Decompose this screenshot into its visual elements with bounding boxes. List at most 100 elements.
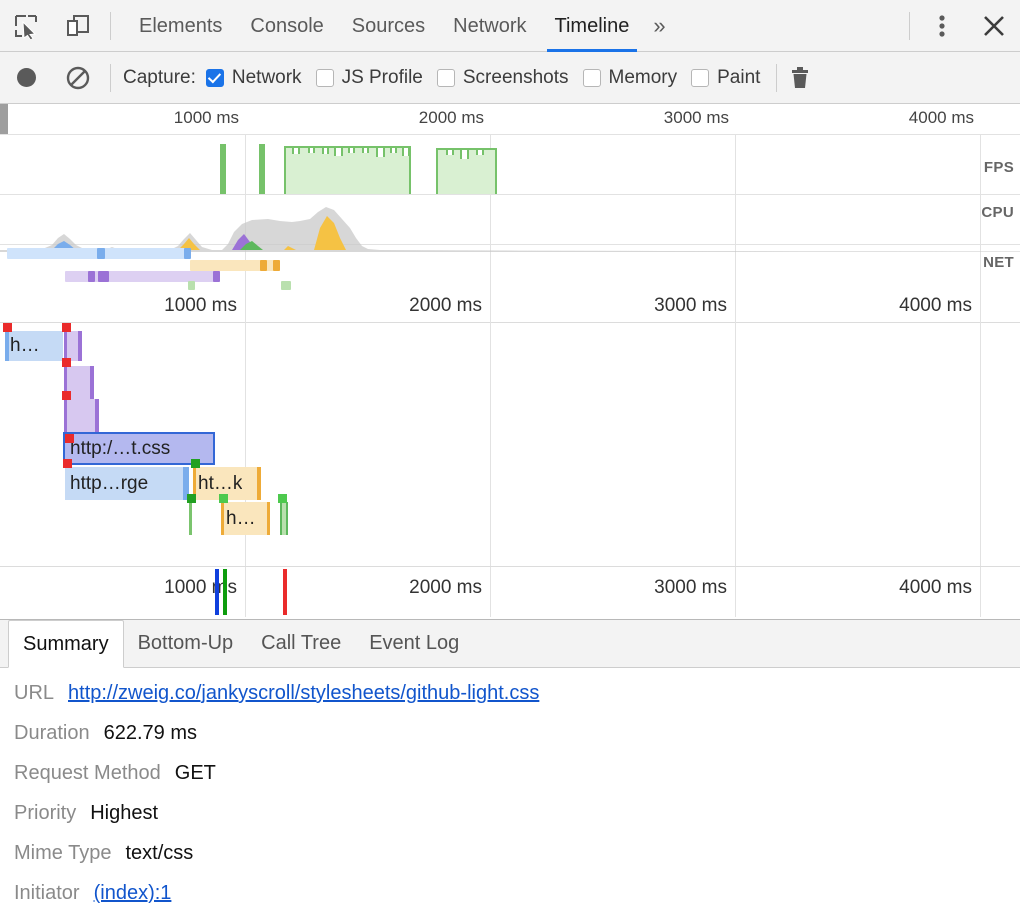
details-tabs: Summary Bottom-Up Call Tree Event Log <box>0 620 1020 668</box>
waterfall-tick-3000: 3000 ms <box>654 295 735 317</box>
close-icon[interactable] <box>968 0 1020 52</box>
capture-option-network[interactable]: Network <box>206 67 302 89</box>
capture-option-paint[interactable]: Paint <box>691 67 760 89</box>
summary-value-mime-type: text/css <box>125 842 193 865</box>
summary-key: Initiator <box>14 882 80 905</box>
net-overview-bar <box>213 271 220 282</box>
tab-bottom-up[interactable]: Bottom-Up <box>124 620 248 667</box>
summary-value-initiator[interactable]: (index):1 <box>94 882 172 905</box>
details-pane: Summary Bottom-Up Call Tree Event Log UR… <box>0 620 1020 916</box>
table-row[interactable] <box>64 331 82 361</box>
tab-console[interactable]: Console <box>236 0 337 52</box>
summary-row-url: URL http://zweig.co/jankyscroll/styleshe… <box>14 682 1020 722</box>
summary-value-url[interactable]: http://zweig.co/jankyscroll/stylesheets/… <box>68 682 539 705</box>
checkbox-js-profile[interactable] <box>316 69 334 87</box>
fps-block <box>436 148 497 194</box>
summary-row-priority: Priority Highest <box>14 802 1020 842</box>
table-row[interactable] <box>280 502 288 535</box>
table-row[interactable]: h… <box>5 331 63 361</box>
device-toolbar-icon[interactable] <box>52 0 104 52</box>
capture-divider <box>110 64 111 92</box>
request-label: http:/…t.css <box>65 438 170 460</box>
tab-elements[interactable]: Elements <box>125 0 236 52</box>
summary-row-duration: Duration 622.79 ms <box>14 722 1020 762</box>
capture-option-screenshots[interactable]: Screenshots <box>437 67 569 89</box>
table-row[interactable] <box>189 502 192 535</box>
request-marker <box>62 323 71 332</box>
checkbox-network[interactable] <box>206 69 224 87</box>
capture-option-js-profile[interactable]: JS Profile <box>316 67 423 89</box>
summary-value-request-method: GET <box>175 762 216 785</box>
overview-ruler[interactable]: 1000 ms 2000 ms 3000 ms 4000 ms <box>0 104 1020 135</box>
capture-option-memory[interactable]: Memory <box>583 67 678 89</box>
request-marker <box>63 459 72 468</box>
overview-window-handle[interactable] <box>0 104 8 134</box>
tab-event-log[interactable]: Event Log <box>355 620 473 667</box>
summary-rows: URL http://zweig.co/jankyscroll/styleshe… <box>0 668 1020 922</box>
checkbox-screenshots[interactable] <box>437 69 455 87</box>
request-marker <box>62 391 71 400</box>
fps-bar <box>220 144 226 194</box>
capture-option-paint-label: Paint <box>717 67 760 89</box>
summary-key: URL <box>14 682 54 705</box>
devtools-window: Elements Console Sources Network Timelin… <box>0 0 1020 916</box>
summary-key: Request Method <box>14 762 161 785</box>
waterfall-tick-4000: 4000 ms <box>899 295 980 317</box>
net-overview-bar <box>281 281 291 290</box>
table-row[interactable] <box>64 399 99 432</box>
overview-lane-label-fps: FPS <box>984 159 1014 176</box>
request-marker <box>187 494 196 503</box>
panel-tabs: Elements Console Sources Network Timelin… <box>125 0 676 52</box>
waterfall-rows: h… http:/…t.css <box>0 322 1020 562</box>
tab-call-tree[interactable]: Call Tree <box>247 620 355 667</box>
summary-row-mime-type: Mime Type text/css <box>14 842 1020 882</box>
first-paint-marker <box>223 569 227 615</box>
net-overview-bar <box>97 248 105 259</box>
summary-key: Mime Type <box>14 842 111 865</box>
tab-timeline[interactable]: Timeline <box>541 0 644 52</box>
checkbox-memory[interactable] <box>583 69 601 87</box>
fps-block <box>284 146 411 194</box>
timeline-overview[interactable]: 1000 ms 2000 ms 3000 ms 4000 ms FPS <box>0 104 1020 292</box>
trash-icon[interactable] <box>783 52 817 104</box>
inspect-element-icon[interactable] <box>0 0 52 52</box>
tabbar-right-controls <box>903 0 1020 52</box>
capture-option-memory-label: Memory <box>609 67 678 89</box>
waterfall-tick-1000: 1000 ms <box>164 295 245 317</box>
capture-option-js-profile-label: JS Profile <box>342 67 423 89</box>
request-marker <box>62 358 71 367</box>
request-marker <box>219 494 228 503</box>
tab-summary[interactable]: Summary <box>8 620 124 668</box>
summary-row-request-method: Request Method GET <box>14 762 1020 802</box>
vertical-dots-icon[interactable] <box>916 0 968 52</box>
net-overview-bar <box>260 260 267 271</box>
request-marker <box>278 494 287 503</box>
net-overview-bar <box>98 271 109 282</box>
summary-value-priority: Highest <box>90 802 158 825</box>
record-circle-icon[interactable] <box>0 52 52 104</box>
capture-divider-right <box>776 64 777 92</box>
fps-bar <box>259 144 265 194</box>
bottom-tick-3000: 3000 ms <box>654 577 735 599</box>
clear-no-entry-icon[interactable] <box>52 52 104 104</box>
toolbar-divider-right <box>909 12 910 40</box>
table-row[interactable]: http…rge <box>65 467 189 500</box>
tab-sources[interactable]: Sources <box>338 0 439 52</box>
capture-option-screenshots-label: Screenshots <box>463 67 569 89</box>
net-overview-bar <box>88 271 95 282</box>
overview-tick-2000: 2000 ms <box>419 108 490 128</box>
waterfall-bottom-ruler: 1000 ms 2000 ms 3000 ms 4000 ms <box>0 566 1020 621</box>
bottom-tick-4000: 4000 ms <box>899 577 980 599</box>
net-overview-bar <box>273 260 280 271</box>
table-row[interactable]: h… <box>221 502 270 535</box>
summary-value-duration: 622.79 ms <box>104 722 197 745</box>
checkbox-paint[interactable] <box>691 69 709 87</box>
dom-content-loaded-marker <box>215 569 219 615</box>
overview-tick-4000: 4000 ms <box>909 108 980 128</box>
more-tabs-icon[interactable]: » <box>643 0 675 52</box>
bottom-tick-2000: 2000 ms <box>409 577 490 599</box>
tab-network[interactable]: Network <box>439 0 540 52</box>
capture-toolbar: Capture: Network JS Profile Screenshots … <box>0 52 1020 104</box>
request-label: h… <box>221 508 256 530</box>
capture-option-network-label: Network <box>232 67 302 89</box>
